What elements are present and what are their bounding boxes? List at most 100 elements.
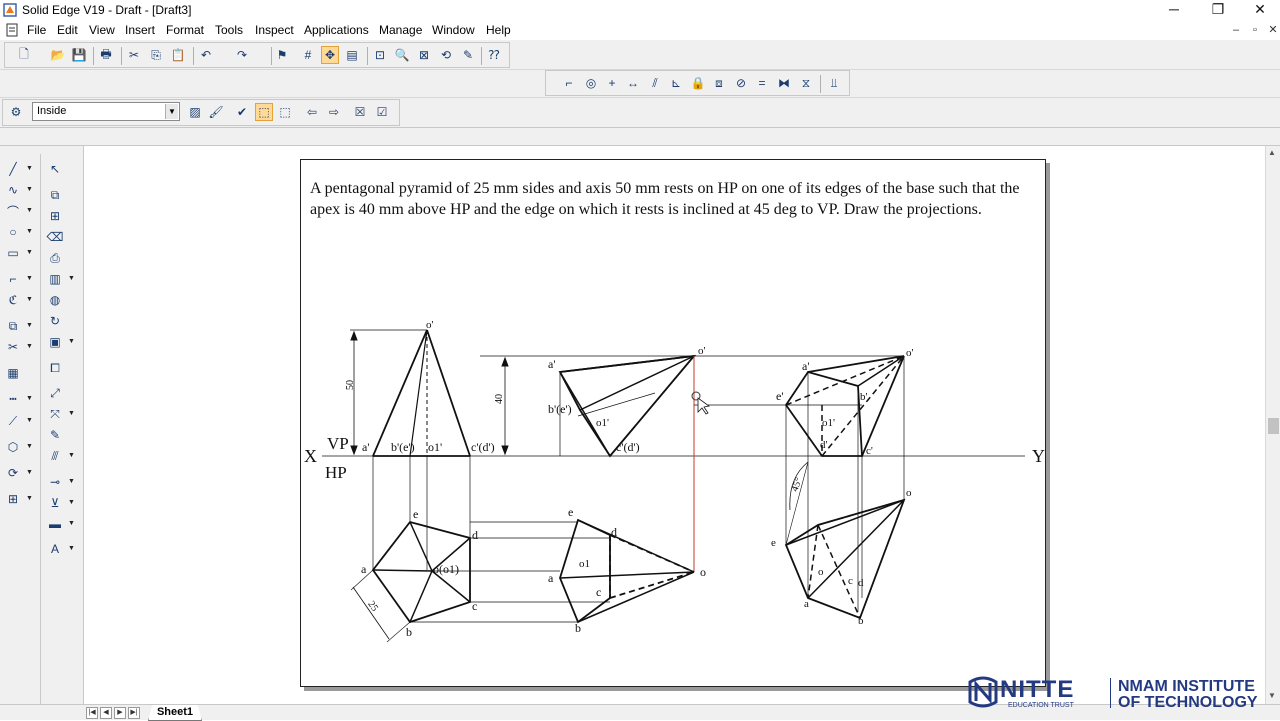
concentric-icon[interactable]: ◎ [582,74,600,92]
menu-view[interactable]: View [89,23,115,37]
menu-format[interactable]: Format [166,23,204,37]
zoom-icon[interactable]: 🔍 [393,46,411,64]
scroll-down-icon[interactable]: ▼ [1268,691,1276,700]
menu-file[interactable]: File [27,23,46,37]
check-edit-icon[interactable]: ✔ [233,103,251,121]
undo-icon[interactable]: ↶ [197,46,215,64]
pointer-select-icon[interactable]: ↖ [46,160,64,178]
view-wizard-icon[interactable]: ⊞ [4,490,22,508]
fillet-tool-icon[interactable]: ⌐ [4,270,22,288]
options-icon[interactable]: ⚙ [7,103,25,121]
fill-mode-combo[interactable]: Inside ▼ [32,102,180,121]
copy-properties-icon[interactable]: ⧉ [46,186,64,204]
last-sheet-button[interactable]: ▶| [128,707,140,719]
print-icon[interactable]: 🖶 [97,46,115,64]
next-sheet-button[interactable]: ▶ [114,707,126,719]
document-close-button[interactable]: ✕ [1265,23,1280,37]
document-minimize-button[interactable]: – [1228,23,1244,37]
symmetry-axis-icon[interactable]: ⧖ [797,74,815,92]
tangent-icon[interactable]: ⊘ [732,74,750,92]
circle-tool-icon[interactable]: ○ [4,223,22,241]
wand-icon[interactable]: ✎ [459,46,477,64]
smart-dimension-icon[interactable]: ⟋ [4,412,22,430]
curve-tool-icon[interactable]: ∿ [4,181,22,199]
rigid-set-icon[interactable]: ⧈ [710,74,728,92]
grid-icon[interactable]: # [299,46,317,64]
table-tool-icon[interactable]: ▥ [46,270,64,288]
first-sheet-button[interactable]: |◀ [86,707,98,719]
weld-icon[interactable]: ⊻ [46,494,64,512]
point-on-icon[interactable]: + [603,74,621,92]
new-file-icon[interactable]: 🗋 [15,46,33,64]
vertical-scrollbar[interactable]: ▲ ▼ [1265,146,1280,706]
fill-style-icon[interactable]: ▨ [186,103,204,121]
symmetric-icon[interactable]: ⧓ [775,74,793,92]
line-style-icon[interactable]: ▬ [46,515,64,533]
fit-icon[interactable]: ⊠ [415,46,433,64]
scroll-up-icon[interactable]: ▲ [1268,148,1276,157]
flag-icon[interactable]: ⚑ [273,46,291,64]
previous-sheet-button[interactable]: ◀ [100,707,112,719]
select-tool-icon[interactable]: ✥ [321,46,339,64]
paste-icon[interactable]: 📋 [169,46,187,64]
menu-window[interactable]: Window [432,23,475,37]
cut-icon[interactable]: ✂ [125,46,143,64]
refresh-icon[interactable]: ↻ [46,312,64,330]
horizontal-vertical-icon[interactable]: ↔ [624,74,642,92]
rotate-icon[interactable]: ◍ [46,291,64,309]
menu-manage[interactable]: Manage [379,23,422,37]
dimension-relations-icon[interactable]: ⫫ [825,74,843,92]
menu-inspect[interactable]: Inspect [255,23,294,37]
stamp-icon[interactable]: ⎙ [46,249,64,267]
group-icon[interactable]: ▣ [46,333,64,351]
parallel-icon[interactable]: ⫽ [646,74,664,92]
split-icon[interactable]: ⤧ [46,405,64,423]
zoom-area-icon[interactable]: ⊡ [371,46,389,64]
dimension-tool-icon[interactable]: ┅ [4,390,22,408]
menu-insert[interactable]: Insert [125,23,155,37]
scale-icon[interactable]: ⤢ [46,384,64,402]
menu-edit[interactable]: Edit [57,23,78,37]
text-tool-icon[interactable]: A [46,540,64,558]
pan-icon[interactable]: ⟲ [437,46,455,64]
erase-icon[interactable]: ⌫ [46,228,64,246]
3d-view-icon[interactable]: ⬡ [4,438,22,456]
forward-arrow-icon[interactable]: ⇨ [325,103,343,121]
arc-tool-icon[interactable]: ⌒ [4,202,22,220]
sheet-tab-sheet1[interactable]: Sheet1 [148,705,202,721]
accept-icon[interactable]: ☑ [373,103,391,121]
minimize-window-button[interactable]: ─ [1152,0,1196,20]
dashed-select-icon[interactable]: ⬚ [255,103,273,121]
perpendicular-icon[interactable]: ⊾ [667,74,685,92]
save-icon[interactable]: 💾 [70,46,88,64]
brush-icon[interactable]: ✎ [46,426,64,444]
trim-tool-icon[interactable]: ✂ [4,338,22,356]
dotted-select-icon[interactable]: ⬚ [276,103,294,121]
move-icon[interactable]: ⊞ [46,207,64,225]
symbol-icon[interactable]: ⊸ [46,473,64,491]
mirror-tool-icon[interactable]: ⧉ [4,317,22,335]
hatch-tool-icon[interactable]: ▦ [4,364,22,382]
restore-window-button[interactable]: ❐ [1196,0,1240,20]
drawing-sheet[interactable] [300,159,1046,687]
menu-tools[interactable]: Tools [215,23,243,37]
equal-icon[interactable]: = [753,74,771,92]
lock-icon[interactable]: 🔒 [689,74,707,92]
offset-tool-icon[interactable]: ℭ [4,291,22,309]
paint-icon[interactable]: 🖌 [207,103,225,121]
rectangle-tool-icon[interactable]: ▭ [4,244,22,262]
ungroup-icon[interactable]: ⧠ [46,359,64,377]
copy-icon[interactable]: ⎘ [147,46,165,64]
whats-this-help-icon[interactable]: ⁇ [485,46,503,64]
cancel-icon[interactable]: ☒ [351,103,369,121]
chevron-down-icon[interactable]: ▼ [165,104,178,119]
menu-applications[interactable]: Applications [304,23,369,37]
extend-icon[interactable]: ⫻ [46,447,64,465]
sheet-setup-icon[interactable]: ▤ [343,46,361,64]
update-icon[interactable]: ⟳ [4,464,22,482]
open-folder-icon[interactable]: 📂 [49,46,67,64]
draft-document-icon[interactable] [6,23,18,37]
menu-help[interactable]: Help [486,23,511,37]
back-arrow-icon[interactable]: ⇦ [303,103,321,121]
redo-icon[interactable]: ↷ [233,46,251,64]
